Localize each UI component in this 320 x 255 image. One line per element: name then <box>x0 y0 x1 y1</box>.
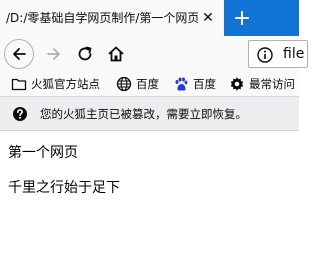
bookmark-label: 最常访问 <box>249 77 295 91</box>
site-info-icon[interactable] <box>257 47 273 63</box>
forward-arrow-icon <box>47 48 60 60</box>
globe-icon <box>116 76 132 92</box>
active-tab[interactable]: /D:/零基础自学网页制作/第一个网页 ✕ <box>0 0 224 36</box>
paw-icon <box>175 77 188 91</box>
reload-button[interactable] <box>73 42 97 66</box>
page-heading-text: 第一个网页 <box>8 145 78 161</box>
notification-bar: 您的火狐主页已被篡改，需要立即恢复。 <box>0 97 299 131</box>
home-icon <box>108 46 124 62</box>
folder-icon <box>11 78 27 91</box>
url-text: file <box>283 46 305 62</box>
bookmark-label: 百度 <box>136 77 159 91</box>
reload-icon <box>78 46 92 61</box>
tab-title: /D:/零基础自学网页制作/第一个网页 <box>6 11 198 25</box>
bookmark-baidu-1[interactable]: 百度 <box>116 75 159 93</box>
url-bar[interactable]: file <box>248 40 308 68</box>
tab-strip: /D:/零基础自学网页制作/第一个网页 ✕ + <box>0 0 299 36</box>
bookmark-firefox-official[interactable]: 火狐官方站点 <box>11 75 100 93</box>
navigation-toolbar: file <box>0 36 308 71</box>
forward-button[interactable] <box>42 42 66 66</box>
bookmark-most-visited[interactable]: 最常访问 <box>229 75 295 93</box>
bookmark-label: 百度 <box>193 77 216 91</box>
bookmark-label: 火狐官方站点 <box>31 77 100 91</box>
page-body-text: 千里之行始于足下 <box>8 180 120 196</box>
new-tab-button[interactable]: + <box>225 0 259 36</box>
bookmark-baidu-2[interactable]: 百度 <box>173 75 216 93</box>
notification-message: 您的火狐主页已被篡改，需要立即恢复。 <box>40 107 247 121</box>
question-icon <box>13 107 27 121</box>
home-button[interactable] <box>104 42 128 66</box>
gear-icon <box>230 77 244 91</box>
back-arrow-icon <box>13 48 26 60</box>
back-button[interactable] <box>4 39 34 69</box>
page-content: 第一个网页 千里之行始于足下 <box>0 131 299 255</box>
close-tab-icon[interactable]: ✕ <box>198 8 218 28</box>
bookmarks-toolbar: 火狐官方站点 百度 百度 最常访问 <box>0 71 299 97</box>
